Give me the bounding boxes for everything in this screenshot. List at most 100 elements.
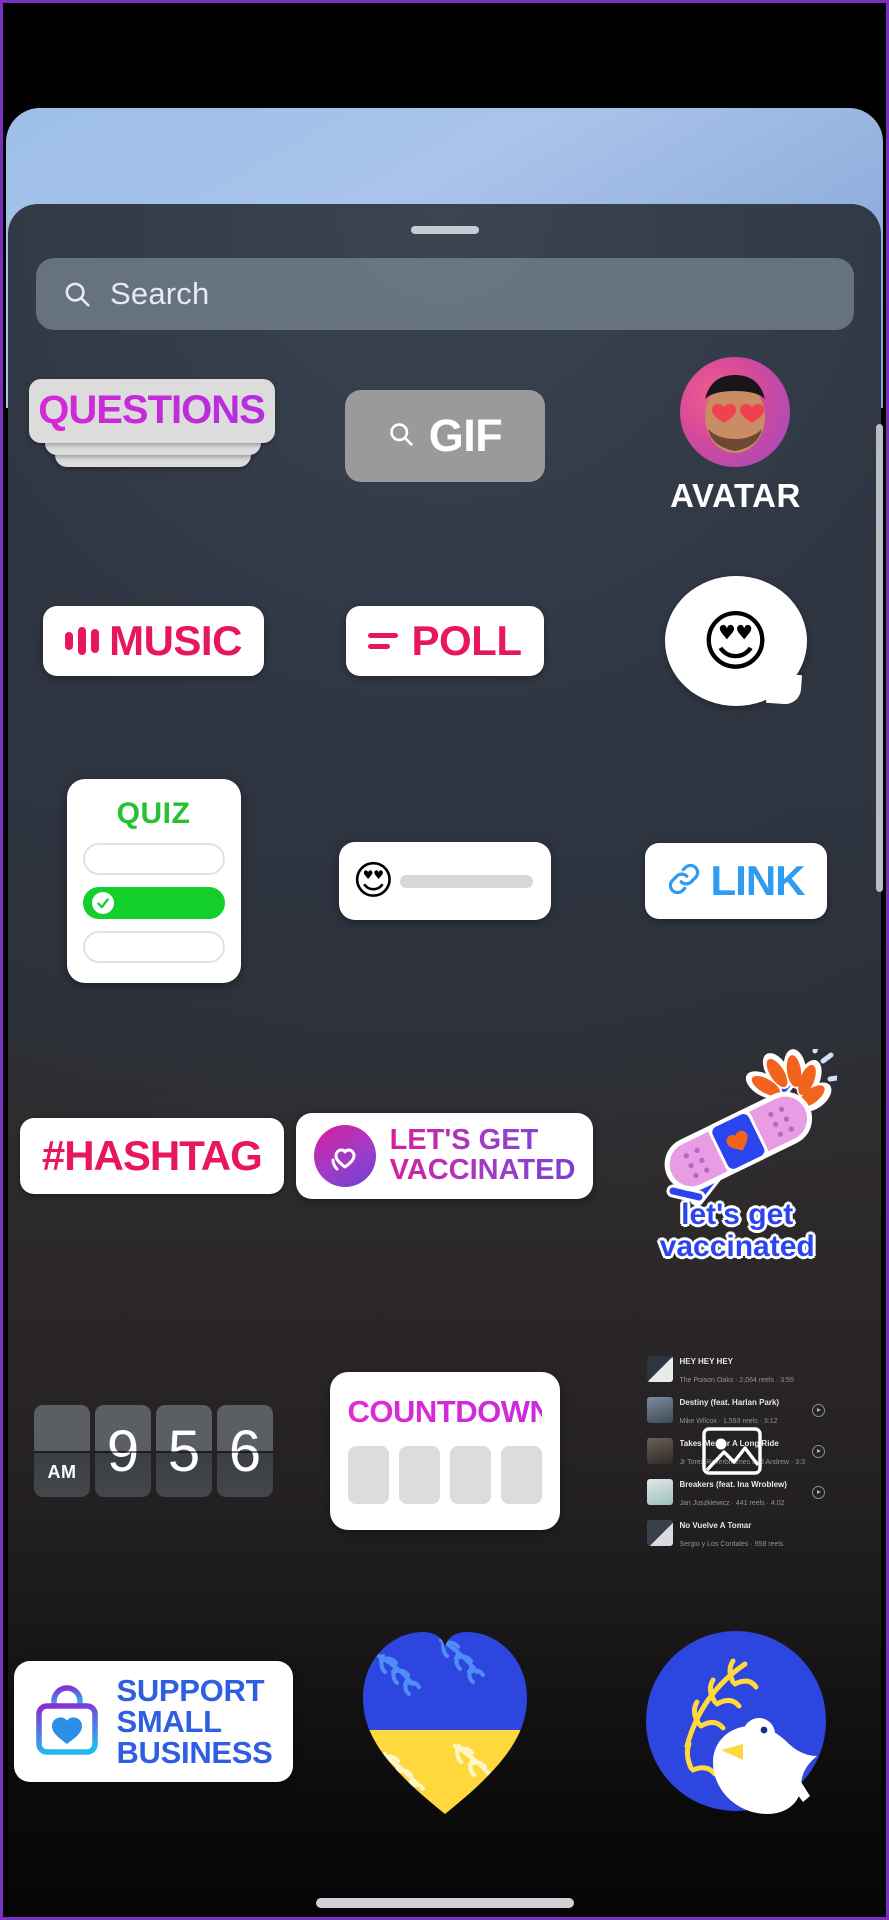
sticker-cell-avatar[interactable]: AVATAR — [590, 357, 881, 515]
playlist-row[interactable]: Breakers (feat. Ina Wroblew) Jan Juszkie… — [646, 1474, 825, 1510]
sticker-row-6: SUPPORT SMALL BUSINESS — [8, 1596, 881, 1846]
home-indicator — [315, 1898, 574, 1908]
sticker-row-1: QUESTIONS GIF AVATAR — [8, 346, 881, 526]
peace-dove-sticker[interactable] — [643, 1628, 829, 1814]
sticker-cell-poll[interactable]: POLL — [299, 606, 590, 676]
vaccinated-line-1: LET'S GET — [390, 1126, 576, 1156]
support-small-business-text: SUPPORT SMALL BUSINESS — [116, 1675, 272, 1768]
playlist-row[interactable]: HEY HEY HEY The Poison Oaks · 2,064 reel… — [646, 1351, 825, 1387]
hashtag-label: #HASHTAG — [41, 1132, 263, 1179]
sticker-cell-emoji-slider[interactable]: 😍 — [299, 842, 590, 920]
countdown-sticker[interactable]: COUNTDOWN — [329, 1372, 560, 1530]
track-title: HEY HEY HEY — [679, 1357, 734, 1366]
sticker-grid: QUESTIONS GIF AVATAR MUSIC POLL 😍 QUIZ 😍… — [8, 346, 881, 1846]
countdown-digit-boxes — [347, 1446, 542, 1504]
sticker-cell-peace-dove[interactable] — [590, 1628, 881, 1814]
heart-eyes-emoji-icon: 😍 — [352, 858, 395, 904]
support-small-business-sticker[interactable]: SUPPORT SMALL BUSINESS — [14, 1660, 293, 1782]
music-playlist-thumbnail[interactable]: HEY HEY HEY The Poison Oaks · 2,064 reel… — [641, 1344, 831, 1558]
photo-icon — [701, 1426, 763, 1476]
quiz-option-correct[interactable] — [82, 887, 225, 919]
questions-sticker[interactable]: QUESTIONS — [28, 378, 279, 494]
sticker-cell-support-small-business[interactable]: SUPPORT SMALL BUSINESS — [8, 1660, 299, 1782]
search-icon — [387, 420, 415, 453]
lets-get-vaccinated-sticker[interactable]: LET'S GET VACCINATED — [295, 1113, 594, 1199]
track-artwork — [646, 1479, 673, 1505]
sticker-cell-questions[interactable]: QUESTIONS — [8, 378, 299, 494]
track-artwork — [646, 1397, 673, 1423]
track-title: No Vuelve A Tomar — [679, 1521, 752, 1530]
clock-digit: 9 — [95, 1405, 151, 1497]
music-bars-icon — [65, 625, 100, 657]
memoji-heart-eyes-icon — [680, 357, 791, 467]
emoji-reaction-bubble-sticker[interactable]: 😍 — [664, 576, 807, 706]
quiz-option[interactable] — [82, 843, 225, 875]
questions-stack-layer-front: QUESTIONS — [28, 378, 275, 443]
avatar-sticker[interactable]: AVATAR — [670, 357, 801, 515]
link-label: LINK — [710, 857, 806, 904]
sticker-cell-hashtag[interactable]: #HASHTAG — [8, 1118, 296, 1194]
questions-label: QUESTIONS — [38, 388, 266, 432]
poll-label: POLL — [411, 617, 523, 664]
track-subtitle: The Poison Oaks · 2,064 reels · 3:55 — [679, 1377, 794, 1384]
vertical-scrollbar[interactable] — [876, 424, 883, 892]
play-icon[interactable] — [811, 1444, 825, 1458]
track-subtitle: Sergio y Los Cordales · 958 reels — [679, 1541, 784, 1548]
track-artwork — [646, 1520, 673, 1546]
sheet-drag-handle[interactable] — [410, 226, 479, 234]
emoji-slider-sticker[interactable]: 😍 — [338, 842, 551, 920]
track-title: Destiny (feat. Harlan Park) — [679, 1398, 780, 1407]
poll-bars-icon — [367, 633, 402, 649]
ukraine-flag-heart-sticker[interactable] — [359, 1626, 531, 1816]
gif-label: GIF — [428, 410, 503, 461]
sticker-row-5: AM 9 5 6 COUNTDOWN HEY HEY HEY The Poiso… — [8, 1306, 881, 1596]
phone-screen: Search QUESTIONS GIF AVATAR MUSIC POLL 😍… — [0, 0, 889, 1920]
hashtag-sticker[interactable]: #HASHTAG — [19, 1118, 284, 1194]
vaccinated-line-2: VACCINATED — [389, 1154, 576, 1186]
ssb-line-3: BUSINESS — [116, 1734, 273, 1770]
link-chain-icon — [667, 862, 701, 901]
music-label: MUSIC — [109, 617, 242, 664]
sticker-cell-playlist[interactable]: HEY HEY HEY The Poison Oaks · 2,064 reel… — [590, 1344, 881, 1558]
quiz-option[interactable] — [82, 931, 225, 963]
ssb-line-1: SUPPORT — [116, 1672, 265, 1708]
shopping-bag-heart-icon — [34, 1682, 100, 1761]
sticker-cell-quiz[interactable]: QUIZ — [8, 779, 299, 983]
vaccinated-art-caption-line-2: vaccinated — [659, 1230, 815, 1264]
link-sticker[interactable]: LINK — [644, 843, 827, 919]
sticker-cell-emoji-reaction[interactable]: 😍 — [590, 576, 881, 706]
vaccinated-text-block: LET'S GET VACCINATED — [390, 1126, 576, 1185]
play-icon[interactable] — [811, 1403, 825, 1417]
playlist-row[interactable]: No Vuelve A Tomar Sergio y Los Cordales … — [646, 1515, 825, 1551]
flip-clock-sticker[interactable]: AM 9 5 6 — [34, 1405, 273, 1497]
heart-eyes-emoji-icon: 😍 — [701, 602, 770, 680]
track-title: Breakers (feat. Ina Wroblew) — [679, 1480, 787, 1489]
vaccinated-art-caption: let's get vaccinated — [659, 1198, 815, 1264]
search-input[interactable]: Search — [110, 276, 209, 312]
ssb-line-2: SMALL — [116, 1703, 222, 1739]
bandage-flower-sticker[interactable]: let's get vaccinated — [637, 1041, 840, 1264]
search-bar[interactable]: Search — [36, 258, 854, 330]
slider-track[interactable] — [400, 874, 533, 888]
sticker-cell-clock[interactable]: AM 9 5 6 — [8, 1405, 299, 1497]
track-subtitle: Jan Juszkiewicz · 441 reels · 4:02 — [679, 1500, 785, 1507]
sticker-tray-sheet: Search QUESTIONS GIF AVATAR MUSIC POLL 😍… — [8, 204, 881, 1920]
sticker-cell-countdown[interactable]: COUNTDOWN — [299, 1372, 590, 1530]
sticker-cell-vaccinated-pill[interactable]: LET'S GET VACCINATED — [295, 1113, 594, 1199]
gif-sticker[interactable]: GIF — [344, 390, 545, 482]
sticker-cell-music[interactable]: MUSIC — [8, 606, 299, 676]
sticker-cell-link[interactable]: LINK — [590, 843, 881, 919]
poll-sticker[interactable]: POLL — [345, 606, 544, 676]
sticker-row-4: #HASHTAG LET'S GET VACCINATED let's get … — [8, 1006, 881, 1306]
quiz-sticker[interactable]: QUIZ — [66, 779, 241, 983]
track-artwork — [646, 1438, 673, 1464]
sticker-cell-vaccinated-art[interactable]: let's get vaccinated — [593, 1041, 881, 1264]
play-icon[interactable] — [811, 1485, 825, 1499]
sticker-cell-ukraine-heart[interactable] — [299, 1626, 590, 1816]
music-sticker[interactable]: MUSIC — [43, 606, 264, 676]
clock-ampm: AM — [34, 1405, 90, 1497]
sticker-cell-gif[interactable]: GIF — [299, 390, 590, 482]
sticker-row-2: MUSIC POLL 😍 — [8, 526, 881, 756]
playlist-row[interactable]: Destiny (feat. Harlan Park) Mike Wilcox … — [646, 1392, 825, 1428]
search-icon — [62, 279, 92, 309]
